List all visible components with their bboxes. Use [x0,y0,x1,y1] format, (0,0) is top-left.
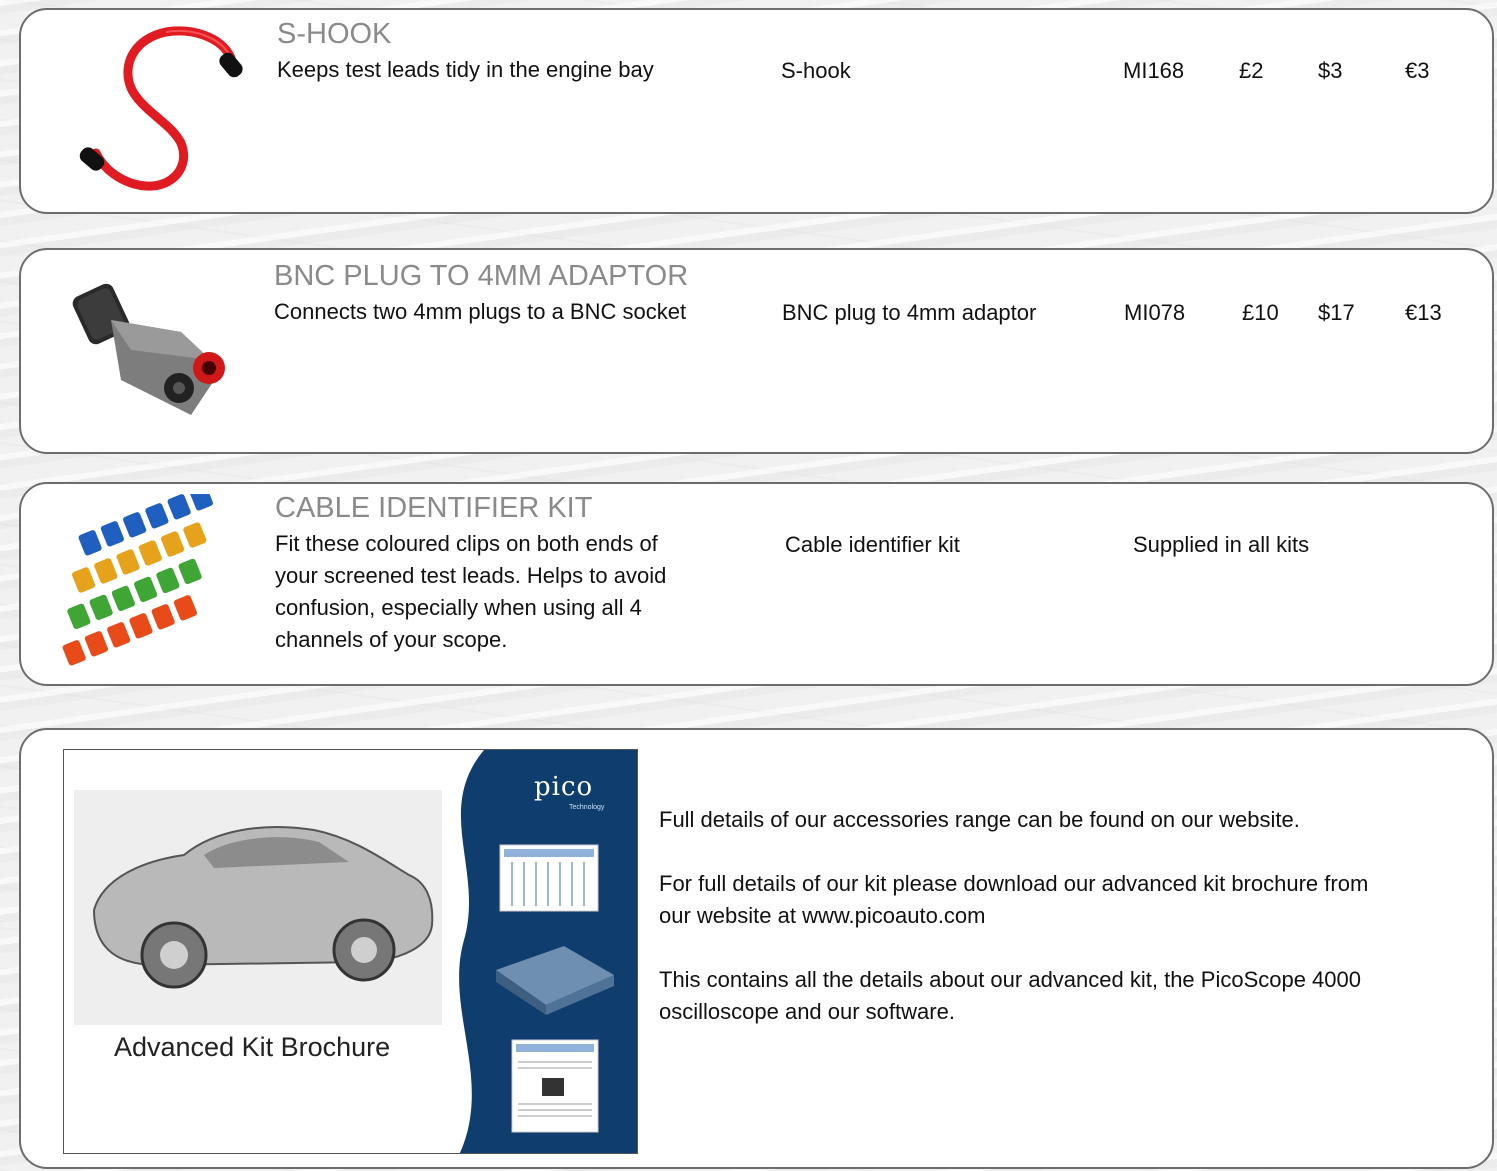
brochure-label: Advanced Kit Brochure [114,1032,391,1062]
product-code: MI168 [1123,58,1185,83]
info-line: This contains all the details about our … [659,967,1362,992]
brochure-card: pico Technology Advanced Kit Brochure Fu… [19,728,1494,1169]
price-gbp: £10 [1242,300,1279,325]
pico-logo-sub: Technology [569,804,605,811]
product-code: MI078 [1124,300,1186,325]
product-name: Cable identifier kit [785,532,960,557]
product-description: Keeps test leads tidy in the engine bay [277,57,654,82]
info-line: For full details of our kit please downl… [659,871,1369,896]
price-eur: €3 [1405,58,1430,83]
availability: Supplied in all kits [1133,532,1310,557]
product-card-bnc-adaptor: BNC PLUG TO 4MM ADAPTOR Connects two 4mm… [19,248,1494,454]
product-description: Fit these coloured clips on both ends of… [275,528,745,656]
product-name: BNC plug to 4mm adaptor [782,300,1037,325]
info-paragraph: This contains all the details about our … [659,964,1459,1028]
description-line: Fit these coloured clips on both ends of [275,531,658,556]
info-line: our website at www.picoauto.com [659,903,986,928]
info-paragraph: Full details of our accessories range ca… [659,804,1459,836]
product-title: CABLE IDENTIFIER KIT [275,492,593,524]
price-usd: $3 [1318,58,1343,83]
cable-clips-icon [31,485,271,674]
product-name: S-hook [781,58,851,83]
product-card-s-hook: S-HOOK Keeps test leads tidy in the engi… [19,8,1494,214]
description-line: confusion, especially when using all 4 [275,595,642,620]
info-paragraph: For full details of our kit please downl… [659,868,1459,932]
description-line: channels of your scope. [275,627,508,652]
price-gbp: £2 [1239,58,1264,83]
product-card-cable-identifier: CABLE IDENTIFIER KIT Fit these coloured … [19,482,1494,686]
bnc-adaptor-icon [61,270,241,430]
price-usd: $17 [1318,300,1355,325]
info-line: oscilloscope and our software. [659,999,955,1024]
description-line: your screened test leads. Helps to avoid [275,563,667,588]
product-title: BNC PLUG TO 4MM ADAPTOR [274,260,689,292]
price-eur: €13 [1405,300,1442,325]
product-title: S-HOOK [277,18,392,50]
product-description: Connects two 4mm plugs to a BNC socket [274,299,687,324]
s-hook-icon [41,18,257,210]
info-line: Full details of our accessories range ca… [659,807,1300,832]
pico-logo: pico [534,772,594,802]
brochure-cover[interactable]: pico Technology Advanced Kit Brochure [63,749,638,1154]
